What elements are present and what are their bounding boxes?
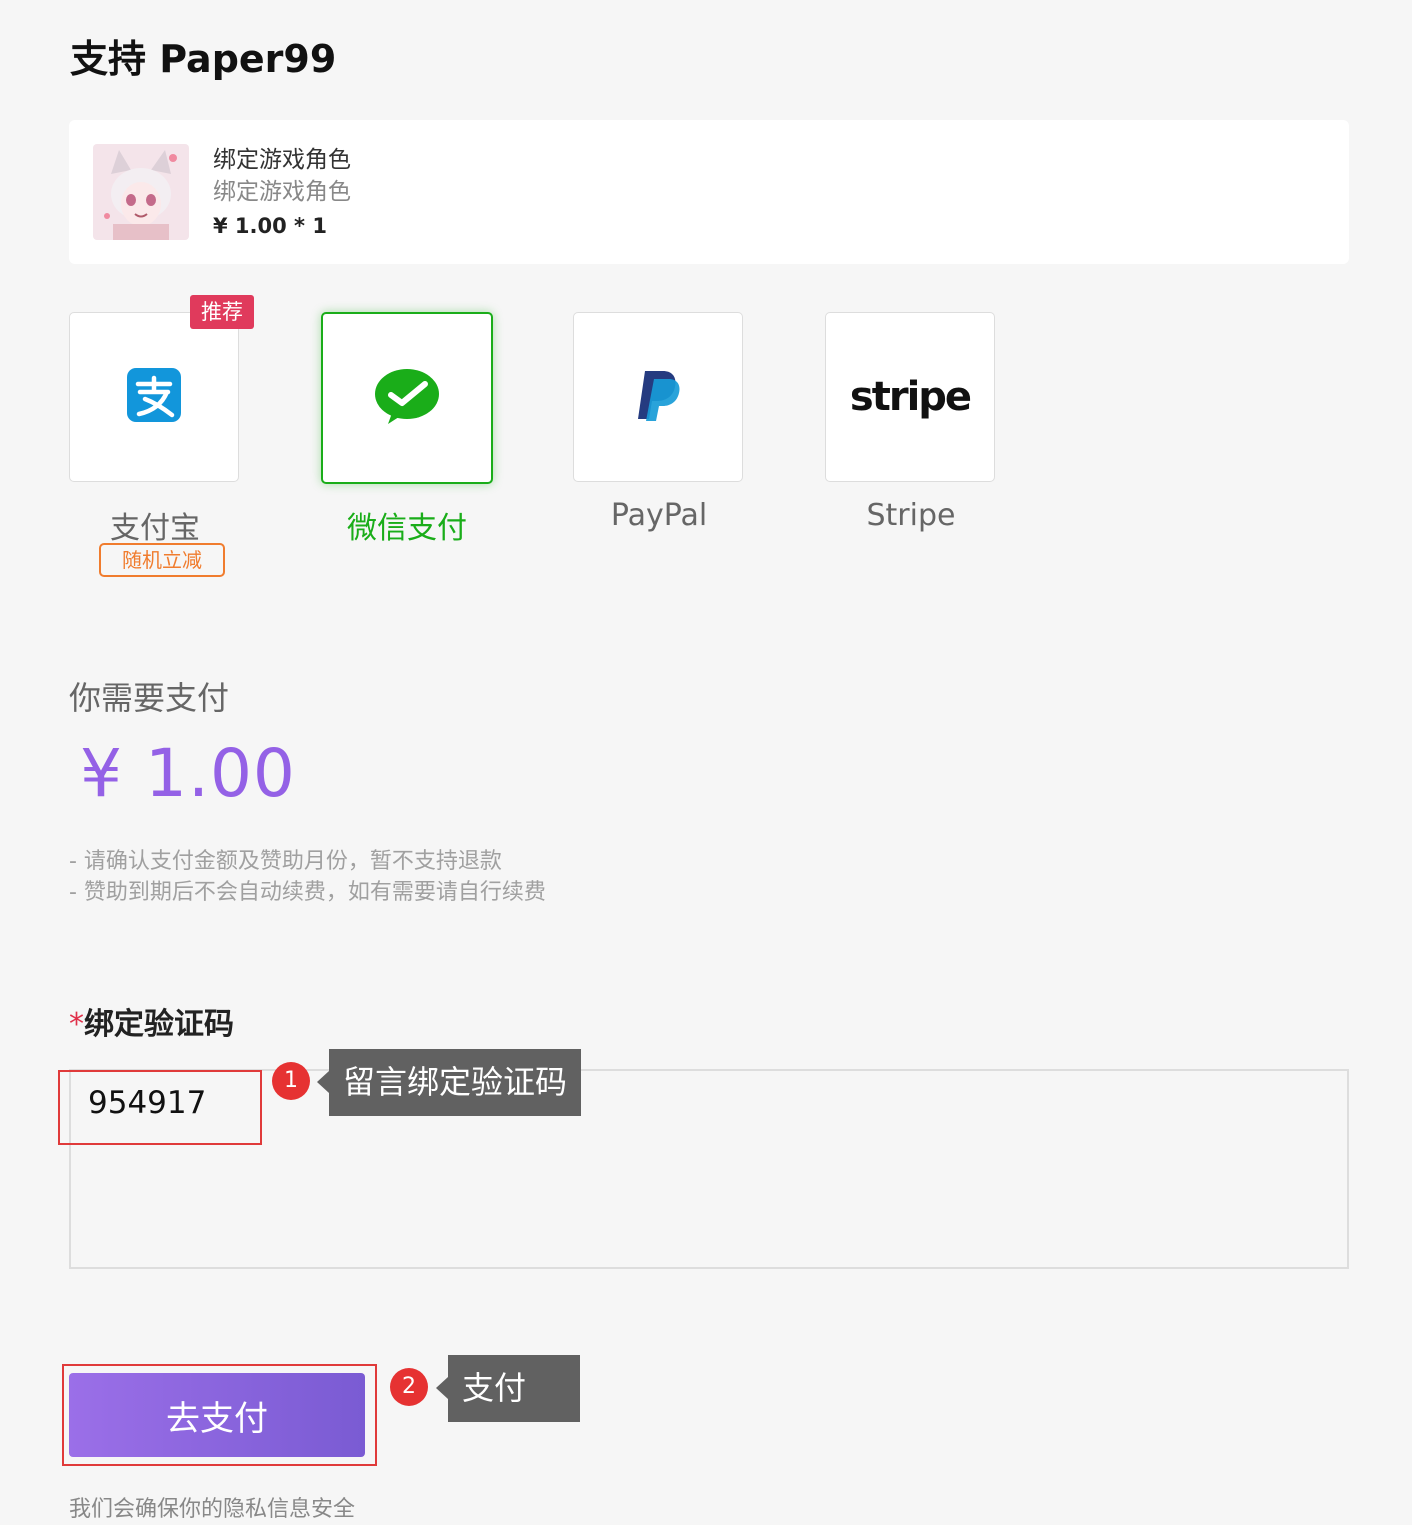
amount-heading: 你需要支付: [69, 679, 230, 717]
payment-option-alipay[interactable]: [69, 312, 239, 482]
payment-label-wechat: 微信支付: [347, 511, 467, 546]
step-marker-1: 1: [272, 1062, 310, 1100]
payment-label-alipay: 支付宝: [110, 511, 200, 546]
annotation-tooltip-2: 支付: [435, 1355, 581, 1422]
wechat-pay-icon: [374, 367, 440, 429]
product-thumbnail: [93, 144, 189, 240]
promo-badge: 随机立减: [99, 543, 225, 577]
payment-label-paypal: PayPal: [610, 498, 708, 533]
payment-option-stripe[interactable]: stripe: [825, 312, 995, 482]
product-name: 绑定游戏角色: [213, 147, 351, 173]
product-card: 绑定游戏角色 绑定游戏角色 ¥ 1.00 * 1: [69, 120, 1349, 264]
code-field-label-text: 绑定验证码: [84, 1007, 234, 1042]
payment-notes: - 请确认支付金额及赞助月份，暂不支持退款 - 赞助到期后不会自动续费，如有需要…: [69, 846, 546, 908]
code-field-label: *绑定验证码: [69, 999, 234, 1043]
payment-label-stripe: Stripe: [866, 498, 956, 533]
recommended-badge: 推荐: [190, 295, 254, 329]
product-price: ¥ 1.00 * 1: [213, 214, 327, 238]
note-refund: - 请确认支付金额及赞助月份，暂不支持退款: [69, 849, 502, 874]
paypal-icon: [635, 369, 681, 425]
amount-value: ¥ 1.00: [80, 735, 296, 812]
alipay-icon: [127, 368, 181, 426]
payment-option-wechat[interactable]: [321, 312, 493, 484]
highlight-pay-button: [62, 1364, 377, 1466]
annotation-tooltip-1: 留言绑定验证码: [316, 1049, 582, 1116]
privacy-note: 我们会确保你的隐私信息安全: [69, 1497, 356, 1522]
step-marker-2: 2: [390, 1368, 428, 1406]
product-description: 绑定游戏角色: [213, 179, 351, 205]
stripe-icon: stripe: [849, 374, 972, 420]
page-title: 支持 Paper99: [70, 37, 337, 81]
highlight-code-box: [58, 1070, 262, 1145]
note-renewal: - 赞助到期后不会自动续费，如有需要请自行续费: [69, 880, 546, 905]
required-mark: *: [69, 1007, 84, 1042]
payment-option-paypal[interactable]: [573, 312, 743, 482]
